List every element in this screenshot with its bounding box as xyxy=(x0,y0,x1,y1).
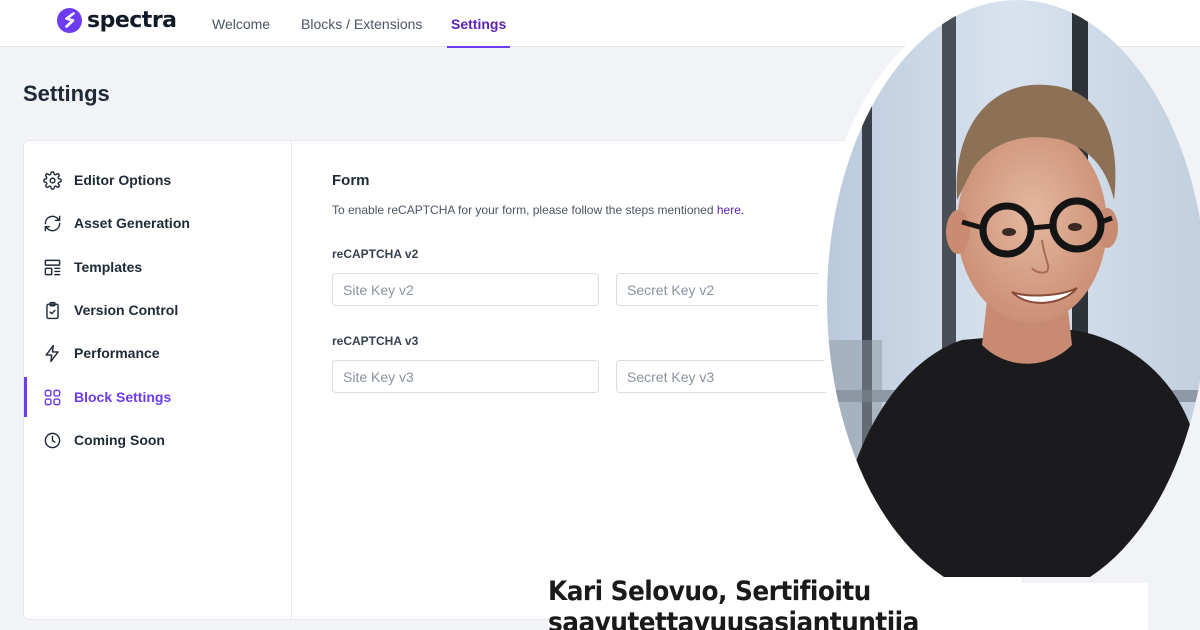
person-caption: Kari Selovuo, Sertifioitu saavutettavuus… xyxy=(548,576,1148,630)
recaptcha-help-text: To enable reCAPTCHA for your form, pleas… xyxy=(332,203,714,217)
sidebar-item-block-settings[interactable]: Block Settings xyxy=(24,377,291,417)
form-section-title: Form xyxy=(332,172,370,189)
gear-icon xyxy=(43,170,62,190)
sidebar-item-performance[interactable]: Performance xyxy=(24,333,291,373)
secret-key-v2-input[interactable] xyxy=(616,273,826,306)
recaptcha-help-link[interactable]: here. xyxy=(717,203,744,217)
grid-icon xyxy=(44,389,61,405)
clipboard-check-icon xyxy=(46,301,59,319)
sidebar-item-label: Coming Soon xyxy=(74,432,165,448)
sidebar-item-label: Asset Generation xyxy=(74,215,190,231)
form-section-description: To enable reCAPTCHA for your form, pleas… xyxy=(332,203,744,217)
sidebar-item-label: Block Settings xyxy=(74,389,172,405)
page-title: Settings xyxy=(23,81,110,106)
settings-sidebar: Editor Options Asset Generation Template… xyxy=(24,141,292,619)
tab-settings[interactable]: Settings xyxy=(446,0,511,48)
sidebar-item-coming-soon[interactable]: Coming Soon xyxy=(24,420,291,460)
sidebar-item-label: Performance xyxy=(74,345,160,361)
sidebar-item-label: Version Control xyxy=(74,302,179,318)
brand[interactable]: spectra xyxy=(57,7,177,33)
tab-welcome[interactable]: Welcome xyxy=(212,0,270,47)
spectra-logo-icon xyxy=(57,7,82,33)
tab-blocks-extensions[interactable]: Blocks / Extensions xyxy=(301,0,422,47)
sidebar-item-templates[interactable]: Templates xyxy=(24,247,291,287)
secret-key-v3-input[interactable] xyxy=(616,360,826,393)
sidebar-item-editor-options[interactable]: Editor Options xyxy=(24,160,291,200)
site-key-v3-input[interactable] xyxy=(332,360,599,393)
brand-name: spectra xyxy=(87,7,177,33)
refresh-icon xyxy=(44,215,61,231)
lightning-icon xyxy=(45,344,59,362)
caption-text: Kari Selovuo, Sertifioitu saavutettavuus… xyxy=(548,575,919,630)
recaptcha-v2-label: reCAPTCHA v2 xyxy=(332,247,419,261)
sidebar-item-label: Editor Options xyxy=(74,172,172,188)
recaptcha-v3-label: reCAPTCHA v3 xyxy=(332,334,419,348)
sidebar-item-asset-generation[interactable]: Asset Generation xyxy=(24,203,291,243)
layout-template-icon xyxy=(44,259,61,275)
site-key-v2-input[interactable] xyxy=(332,273,599,306)
clock-icon xyxy=(44,432,61,448)
sidebar-item-version-control[interactable]: Version Control xyxy=(24,290,291,330)
portrait-photo xyxy=(822,0,1200,577)
sidebar-item-label: Templates xyxy=(74,259,143,275)
